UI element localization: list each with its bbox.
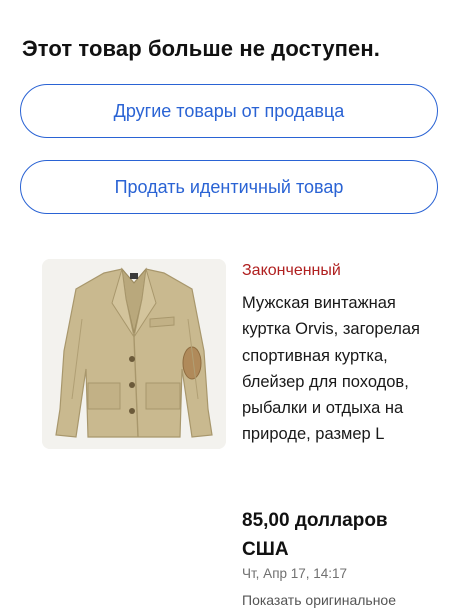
sell-identical-button[interactable]: Продать идентичный товар [20,160,438,214]
listing-unavailable-page: Этот товар больше не доступен. Другие то… [0,0,459,608]
other-seller-items-button[interactable]: Другие товары от продавца [20,84,438,138]
listing-title-link[interactable]: Мужская винтажная куртка Orvis, загорела… [242,290,422,448]
listing-status-badge: Законченный [242,262,341,279]
page-title: Этот товар больше не доступен. [22,36,380,61]
listing-end-date: Чт, Апр 17, 14:17 [242,566,348,581]
listing-card[interactable]: Законченный Мужская винтажная куртка Orv… [0,256,459,608]
listing-price: 85,00 долларов США [242,510,388,560]
show-original-link[interactable]: Показать оригинальное [242,592,396,608]
jacket-photo-icon[interactable] [42,259,226,449]
